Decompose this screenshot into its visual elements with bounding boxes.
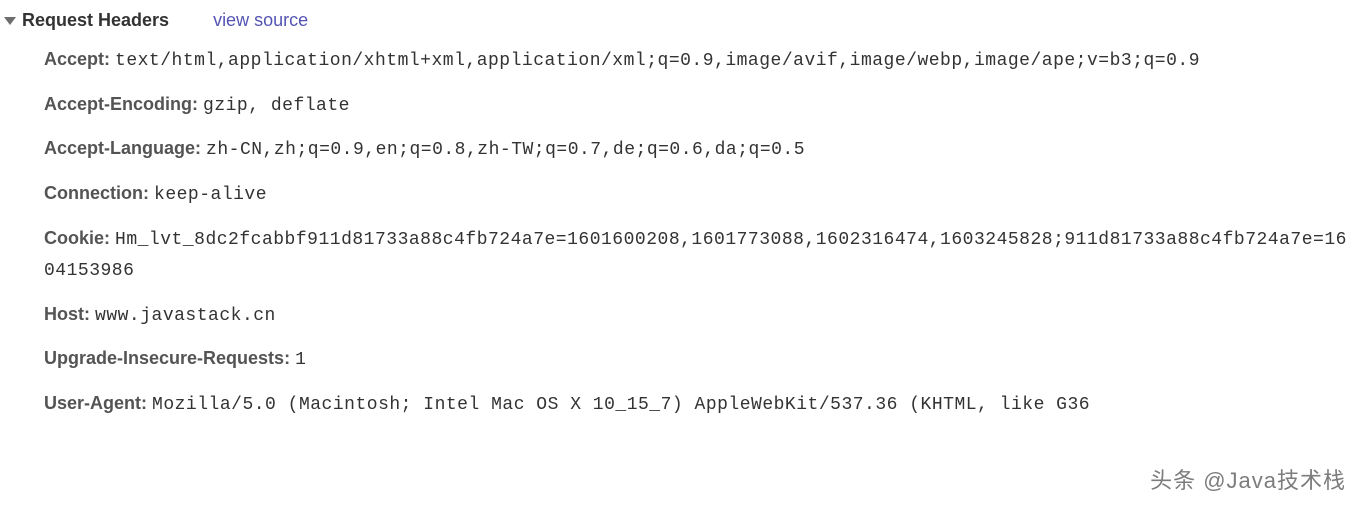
header-value: Hm_lvt_8dc2fcabbf911d81733a88c4fb724a7e=…	[44, 230, 1347, 281]
watermark: 头条 @Java技术栈	[1150, 463, 1346, 498]
header-value: gzip, deflate	[203, 96, 350, 116]
header-row: Accept-Encoding: gzip, deflate	[44, 90, 1350, 121]
header-name: Connection:	[44, 183, 149, 203]
header-value: text/html,application/xhtml+xml,applicat…	[115, 51, 1200, 71]
header-value: zh-CN,zh;q=0.9,en;q=0.8,zh-TW;q=0.7,de;q…	[206, 140, 805, 160]
header-row: Accept-Language: zh-CN,zh;q=0.9,en;q=0.8…	[44, 134, 1350, 165]
header-row: Accept: text/html,application/xhtml+xml,…	[44, 45, 1350, 76]
header-value: keep-alive	[154, 185, 267, 205]
header-row: Cookie: Hm_lvt_8dc2fcabbf911d81733a88c4f…	[44, 224, 1350, 286]
header-row: Upgrade-Insecure-Requests: 1	[44, 344, 1350, 375]
header-value: 1	[295, 350, 306, 370]
header-name: Cookie:	[44, 228, 110, 248]
header-name: Upgrade-Insecure-Requests:	[44, 348, 290, 368]
header-name: Accept-Encoding:	[44, 94, 198, 114]
header-name: User-Agent:	[44, 393, 147, 413]
view-source-link[interactable]: view source	[213, 6, 308, 35]
section-title: Request Headers	[22, 6, 169, 35]
collapse-triangle-icon[interactable]	[4, 17, 16, 25]
header-name: Accept:	[44, 49, 110, 69]
header-row: Host: www.javastack.cn	[44, 300, 1350, 331]
header-value: www.javastack.cn	[95, 306, 276, 326]
header-row: Connection: keep-alive	[44, 179, 1350, 210]
request-headers-section-header[interactable]: Request Headers view source	[0, 0, 1360, 41]
header-name: Accept-Language:	[44, 138, 201, 158]
header-row: User-Agent: Mozilla/5.0 (Macintosh; Inte…	[44, 389, 1350, 420]
header-value: Mozilla/5.0 (Macintosh; Intel Mac OS X 1…	[152, 395, 1090, 415]
header-name: Host:	[44, 304, 90, 324]
headers-list: Accept: text/html,application/xhtml+xml,…	[0, 41, 1360, 420]
